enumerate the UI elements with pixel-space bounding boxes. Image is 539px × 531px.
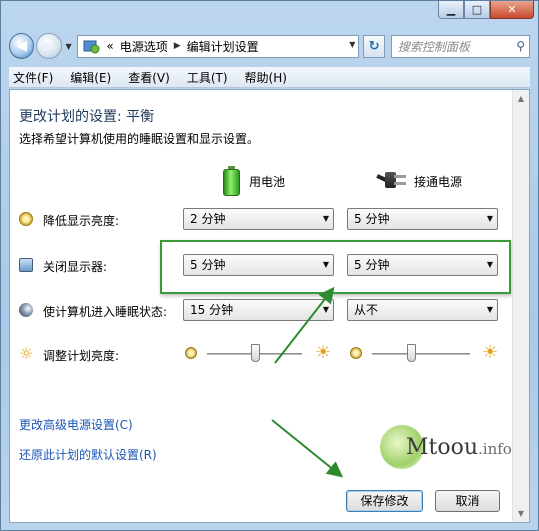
select-value: 从不	[354, 303, 379, 317]
setting-label: 降低显示亮度:	[43, 214, 120, 228]
column-header-plugged: 接通电源	[376, 170, 462, 192]
dim-display-icon	[19, 212, 33, 226]
menu-tools[interactable]: 工具(T)	[187, 69, 228, 86]
search-placeholder: 搜索控制面板	[397, 39, 470, 54]
brightness-high-icon: ☀	[315, 342, 332, 363]
scroll-up-icon[interactable]: ▲	[513, 90, 529, 107]
minimize-button[interactable]: ▁	[438, 1, 464, 19]
content-pane: 更改计划的设置: 平衡 选择希望计算机使用的睡眠设置和显示设置。 用电池 接通电…	[9, 89, 530, 523]
breadcrumb-prefix[interactable]: «	[106, 39, 113, 53]
brightness-high-icon: ☀	[482, 342, 499, 363]
scroll-down-icon[interactable]: ▼	[513, 505, 529, 522]
dim-display-battery-select[interactable]: 2 分钟 ▼	[183, 208, 334, 230]
setting-label: 调整计划亮度:	[43, 349, 120, 363]
brightness-battery-slider-thumb[interactable]	[250, 344, 260, 362]
power-plug-icon	[376, 170, 406, 192]
forward-button[interactable]: ▶	[36, 33, 62, 59]
refresh-button[interactable]: ↻	[363, 34, 385, 58]
chevron-down-icon: ▼	[65, 41, 72, 51]
watermark-suffix: .info	[478, 439, 512, 458]
brightness-low-icon	[350, 347, 362, 359]
forward-arrow-icon: ▶	[43, 38, 55, 54]
control-panel-icon	[83, 40, 100, 54]
setting-row-dim-display: 降低显示亮度: 2 分钟 ▼ 5 分钟 ▼	[10, 207, 525, 231]
setting-row-sleep: 使计算机进入睡眠状态: 15 分钟 ▼ 从不 ▼	[10, 298, 525, 322]
brightness-plugged-slider-thumb[interactable]	[407, 344, 417, 362]
address-dropdown-icon[interactable]: ▼	[349, 40, 355, 49]
caption-buttons: ▁ □ ✕	[438, 1, 534, 19]
column-header-battery: 用电池	[222, 166, 285, 196]
vertical-scrollbar[interactable]: ▲ ▼	[512, 90, 529, 522]
select-value: 15 分钟	[190, 303, 234, 317]
back-button[interactable]: ◀	[9, 33, 35, 59]
select-value: 2 分钟	[190, 212, 226, 226]
menu-help[interactable]: 帮助(H)	[245, 69, 287, 86]
menu-edit[interactable]: 编辑(E)	[70, 69, 111, 86]
sleep-plugged-select[interactable]: 从不 ▼	[347, 299, 498, 321]
column-label-battery: 用电池	[249, 174, 286, 189]
menu-bar: 文件(F) 编辑(E) 查看(V) 工具(T) 帮助(H)	[9, 67, 530, 88]
navigation-bar: ◀ ▶ ▼ « 电源选项 ▶ 编辑计划设置 ▼ ↻ 搜索控制面板 ⚲	[9, 32, 531, 60]
brightness-plugged-track[interactable]	[372, 353, 470, 355]
cancel-button[interactable]: 取消	[435, 490, 500, 512]
watermark-logo: Mtoou.info	[380, 425, 512, 469]
search-icon[interactable]: ⚲	[516, 39, 525, 53]
moon-sleep-icon	[19, 303, 33, 317]
annotation-arrow-down	[271, 419, 344, 478]
column-label-plugged: 接通电源	[414, 174, 463, 189]
chevron-down-icon: ▼	[486, 214, 493, 223]
search-input[interactable]: 搜索控制面板 ⚲	[390, 34, 531, 58]
address-bar[interactable]: « 电源选项 ▶ 编辑计划设置 ▼	[77, 34, 360, 58]
sleep-battery-select[interactable]: 15 分钟 ▼	[183, 299, 334, 321]
page-title: 更改计划的设置: 平衡	[19, 109, 155, 125]
back-arrow-icon: ◀	[16, 38, 28, 54]
menu-file[interactable]: 文件(F)	[13, 69, 53, 86]
maximize-button[interactable]: □	[464, 1, 490, 19]
advanced-settings-link[interactable]: 更改高级电源设置(C)	[19, 416, 133, 433]
close-button[interactable]: ✕	[490, 1, 534, 19]
window-frame: ▁ □ ✕ ◀ ▶ ▼ « 电源选项 ▶ 编辑计划设置 ▼ ↻ 搜索控制面板 ⚲…	[0, 0, 539, 531]
chevron-down-icon: ▼	[322, 305, 329, 314]
setting-label: 使计算机进入睡眠状态:	[43, 305, 168, 319]
monitor-clock-icon	[19, 258, 33, 272]
dim-display-plugged-select[interactable]: 5 分钟 ▼	[347, 208, 498, 230]
setting-row-brightness: ☼ 调整计划亮度: ☀ ☀	[10, 342, 525, 366]
page-description: 选择希望计算机使用的睡眠设置和显示设置。	[19, 132, 260, 146]
brightness-icon: ☼	[19, 344, 34, 363]
save-changes-button[interactable]: 保存修改	[346, 490, 423, 512]
select-value: 5 分钟	[354, 212, 390, 226]
breadcrumb-separator-icon[interactable]: ▶	[174, 41, 181, 51]
brightness-low-icon	[185, 347, 197, 359]
breadcrumb-power-options[interactable]: 电源选项	[120, 38, 168, 55]
recent-pages-dropdown[interactable]: ▼	[64, 42, 74, 51]
highlight-annotation-box	[160, 240, 511, 294]
refresh-icon: ↻	[368, 38, 380, 54]
chevron-down-icon: ▼	[322, 214, 329, 223]
menu-view[interactable]: 查看(V)	[128, 69, 170, 86]
chevron-down-icon: ▼	[486, 305, 493, 314]
setting-label: 关闭显示器:	[43, 260, 108, 274]
restore-defaults-link[interactable]: 还原此计划的默认设置(R)	[19, 446, 157, 463]
watermark-main: Mtoou	[406, 434, 479, 460]
breadcrumb-edit-plan[interactable]: 编辑计划设置	[187, 38, 259, 55]
battery-icon	[222, 166, 241, 196]
